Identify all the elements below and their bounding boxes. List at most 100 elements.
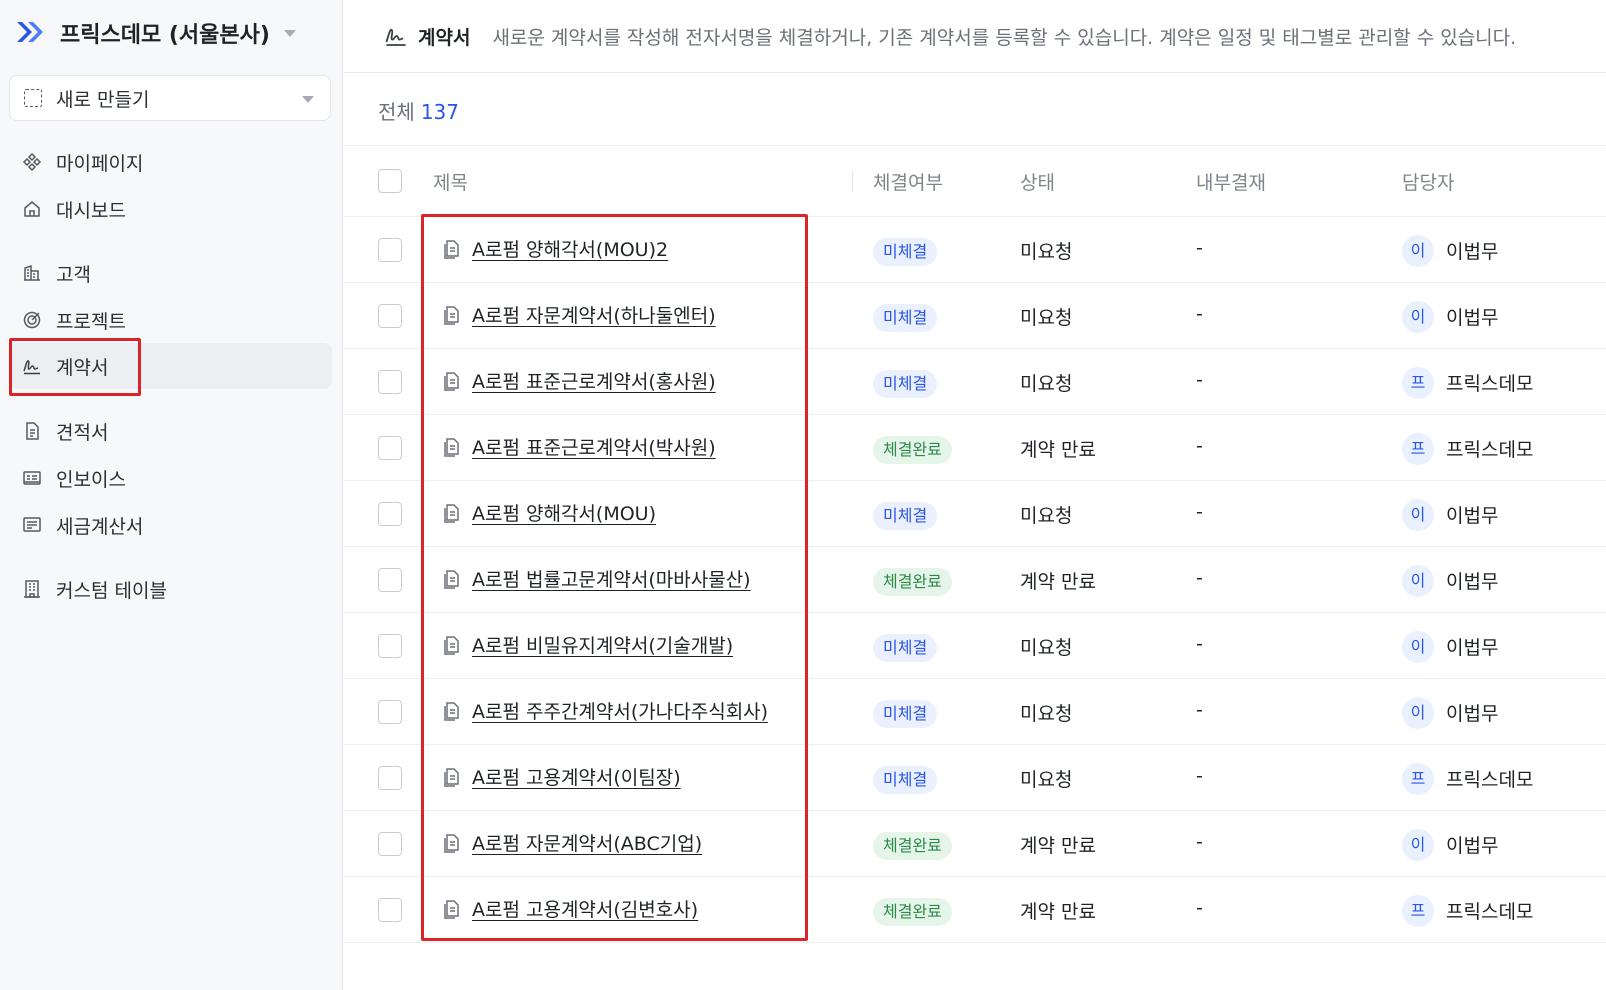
total-count: 전체 137 xyxy=(378,96,459,125)
table-row[interactable]: A로펌 표준근로계약서(박사원) 체결완료 계약 만료 - 프 프릭스데모 xyxy=(344,415,1606,481)
row-checkbox[interactable] xyxy=(378,898,402,922)
sidebar-item-dashboard[interactable]: 대시보드 xyxy=(10,186,332,232)
status-text: 미요청 xyxy=(1020,307,1073,329)
sidebar-item-label: 계약서 xyxy=(56,356,109,379)
avatar: 프 xyxy=(1402,367,1434,399)
document-icon xyxy=(21,420,43,442)
avatar: 프 xyxy=(1402,433,1434,465)
table-row[interactable]: A로펌 양해각서(MOU) 미체결 미요청 - 이 이법무 xyxy=(344,481,1606,547)
table-header: 제목 체결여부 상태 내부결재 담당자 xyxy=(344,145,1606,217)
sidebar-item-contracts[interactable]: 계약서 xyxy=(10,343,332,389)
table-row[interactable]: A로펌 자문계약서(하나둘엔터) 미체결 미요청 - 이 이법무 xyxy=(344,283,1606,349)
row-checkbox[interactable] xyxy=(378,436,402,460)
sidebar-item-custom-table[interactable]: 커스텀 테이블 xyxy=(10,566,332,612)
sidebar-item-customers[interactable]: 고객 xyxy=(10,250,332,296)
row-checkbox[interactable] xyxy=(378,502,402,526)
select-all-checkbox[interactable] xyxy=(378,169,402,193)
contract-title-link[interactable]: A로펌 주주간계약서(가나다주식회사) xyxy=(472,697,768,724)
status-text: 미요청 xyxy=(1020,769,1073,791)
internal-approval: - xyxy=(1196,501,1203,523)
column-header-status[interactable]: 상태 xyxy=(1020,168,1055,195)
sidebar-item-label: 프로젝트 xyxy=(56,310,126,333)
avatar: 이 xyxy=(1402,301,1434,333)
sidebar-item-tax-invoices[interactable]: 세금계산서 xyxy=(10,502,332,548)
sidebar-item-mypage[interactable]: 마이페이지 xyxy=(10,139,332,185)
owner-name: 프릭스데모 xyxy=(1446,901,1534,923)
contract-title-link[interactable]: A로펌 법률고문계약서(마바사물산) xyxy=(472,565,751,592)
document-copy-icon xyxy=(444,834,459,853)
sidebar-item-quotes[interactable]: 견적서 xyxy=(10,408,332,454)
signed-badge: 체결완료 xyxy=(873,436,952,464)
owner-name: 이법무 xyxy=(1446,505,1499,527)
document-copy-icon xyxy=(444,504,459,523)
sidebar-item-label: 커스텀 테이블 xyxy=(56,579,167,602)
table-row[interactable]: A로펌 자문계약서(ABC기업) 체결완료 계약 만료 - 이 이법무 xyxy=(344,811,1606,877)
table-row[interactable]: A로펌 양해각서(MOU)2 미체결 미요청 - 이 이법무 xyxy=(344,217,1606,283)
row-checkbox[interactable] xyxy=(378,568,402,592)
table-row[interactable]: A로펌 법률고문계약서(마바사물산) 체결완료 계약 만료 - 이 이법무 xyxy=(344,547,1606,613)
owner-name: 이법무 xyxy=(1446,637,1499,659)
row-checkbox[interactable] xyxy=(378,370,402,394)
avatar: 이 xyxy=(1402,499,1434,531)
sidebar-item-invoices[interactable]: 인보이스 xyxy=(10,455,332,501)
contract-title-link[interactable]: A로펌 양해각서(MOU)2 xyxy=(472,235,668,262)
contract-title-link[interactable]: A로펌 표준근로계약서(박사원) xyxy=(472,433,716,460)
signed-badge: 미체결 xyxy=(873,304,938,332)
sidebar-item-projects[interactable]: 프로젝트 xyxy=(10,297,332,343)
signed-badge: 미체결 xyxy=(873,502,938,530)
signed-badge: 미체결 xyxy=(873,766,938,794)
avatar: 이 xyxy=(1402,565,1434,597)
row-checkbox[interactable] xyxy=(378,832,402,856)
receipt-icon xyxy=(21,514,43,536)
avatar: 이 xyxy=(1402,631,1434,663)
internal-approval: - xyxy=(1196,303,1203,325)
column-header-owner[interactable]: 담당자 xyxy=(1402,168,1454,195)
contract-title-link[interactable]: A로펌 양해각서(MOU) xyxy=(472,499,656,526)
row-checkbox[interactable] xyxy=(378,304,402,328)
table-row[interactable]: A로펌 고용계약서(이팀장) 미체결 미요청 - 프 프릭스데모 xyxy=(344,745,1606,811)
table-row[interactable]: A로펌 비밀유지계약서(기술개발) 미체결 미요청 - 이 이법무 xyxy=(344,613,1606,679)
dashed-square-icon xyxy=(24,89,42,107)
workspace-switcher[interactable]: 프릭스데모 (서울본사) xyxy=(14,16,296,50)
contract-title-link[interactable]: A로펌 자문계약서(ABC기업) xyxy=(472,829,702,856)
signature-icon xyxy=(21,355,43,377)
contract-title-link[interactable]: A로펌 고용계약서(김변호사) xyxy=(472,895,698,922)
signed-badge: 미체결 xyxy=(873,370,938,398)
document-copy-icon xyxy=(444,900,459,919)
avatar: 프 xyxy=(1402,763,1434,795)
document-copy-icon xyxy=(444,240,459,259)
contract-title-link[interactable]: A로펌 표준근로계약서(홍사원) xyxy=(472,367,716,394)
row-checkbox[interactable] xyxy=(378,700,402,724)
sidebar-item-label: 고객 xyxy=(56,263,91,286)
table-row[interactable]: A로펌 주주간계약서(가나다주식회사) 미체결 미요청 - 이 이법무 xyxy=(344,679,1606,745)
internal-approval: - xyxy=(1196,369,1203,391)
row-checkbox[interactable] xyxy=(378,634,402,658)
document-copy-icon xyxy=(444,702,459,721)
internal-approval: - xyxy=(1196,831,1203,853)
page-title: 계약서 xyxy=(418,26,471,49)
document-copy-icon xyxy=(444,372,459,391)
contract-title-link[interactable]: A로펌 자문계약서(하나둘엔터) xyxy=(472,301,716,328)
page-description: 새로운 계약서를 작성해 전자서명을 체결하거나, 기존 계약서를 등록할 수 … xyxy=(492,26,1517,49)
total-number: 137 xyxy=(420,100,459,124)
contract-title-link[interactable]: A로펌 비밀유지계약서(기술개발) xyxy=(472,631,733,658)
diamond-grid-icon xyxy=(21,151,43,173)
column-resize-handle[interactable] xyxy=(852,170,853,192)
column-header-internal[interactable]: 내부결재 xyxy=(1196,168,1266,195)
internal-approval: - xyxy=(1196,699,1203,721)
row-checkbox[interactable] xyxy=(378,766,402,790)
contract-title-link[interactable]: A로펌 고용계약서(이팀장) xyxy=(472,763,681,790)
status-text: 미요청 xyxy=(1020,637,1073,659)
internal-approval: - xyxy=(1196,633,1203,655)
table-row[interactable]: A로펌 표준근로계약서(홍사원) 미체결 미요청 - 프 프릭스데모 xyxy=(344,349,1606,415)
column-header-signed[interactable]: 체결여부 xyxy=(873,168,943,195)
column-header-title[interactable]: 제목 xyxy=(433,168,468,195)
table-row[interactable]: A로펌 고용계약서(김변호사) 체결완료 계약 만료 - 프 프릭스데모 xyxy=(344,877,1606,943)
row-checkbox[interactable] xyxy=(378,238,402,262)
sidebar-item-label: 견적서 xyxy=(56,421,109,444)
status-text: 미요청 xyxy=(1020,703,1073,725)
new-create-button[interactable]: 새로 만들기 xyxy=(9,75,331,121)
document-copy-icon xyxy=(444,636,459,655)
internal-approval: - xyxy=(1196,765,1203,787)
signed-badge: 미체결 xyxy=(873,634,938,662)
